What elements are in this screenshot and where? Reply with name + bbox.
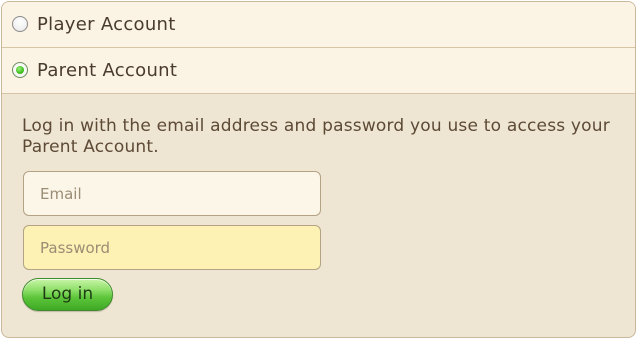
parent-account-option[interactable]: Parent Account (2, 48, 635, 94)
login-panel: Player Account Parent Account Log in wit… (1, 1, 636, 338)
login-button[interactable]: Log in (22, 278, 113, 311)
password-field[interactable] (23, 225, 321, 270)
player-account-option[interactable]: Player Account (2, 2, 635, 48)
player-account-radio[interactable] (12, 16, 28, 32)
email-field[interactable] (23, 171, 321, 216)
player-account-label[interactable]: Player Account (37, 14, 176, 35)
parent-account-label[interactable]: Parent Account (37, 60, 177, 81)
parent-account-radio[interactable] (12, 62, 28, 78)
radio-selected-dot (16, 66, 24, 74)
login-instructions: Log in with the email address and passwo… (22, 116, 610, 157)
